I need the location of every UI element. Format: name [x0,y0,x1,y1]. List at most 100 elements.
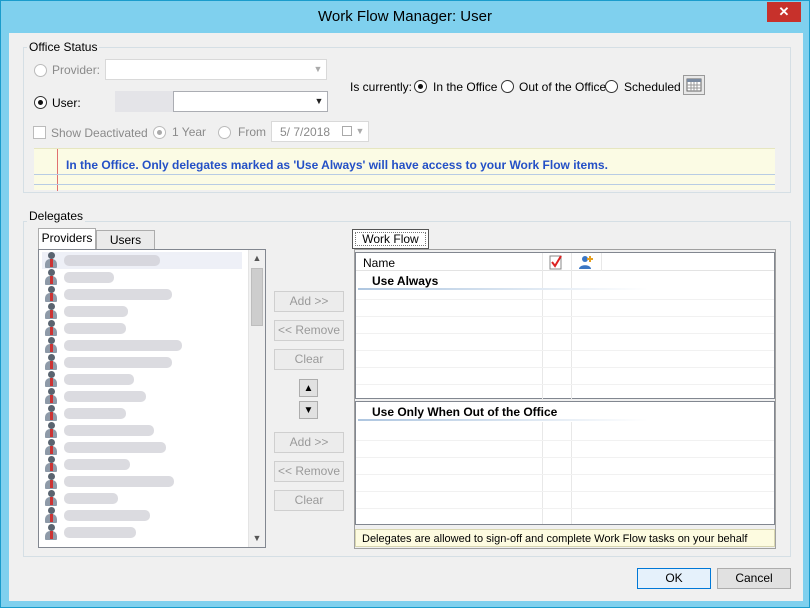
person-icon [44,524,58,540]
one-year-radio[interactable] [153,126,166,139]
user-label: User: [52,96,81,110]
list-item[interactable] [42,354,242,371]
from-label: From [238,125,266,139]
redacted-provider-name [64,391,146,402]
notice-rule-line [34,174,775,175]
providers-list-scrollbar[interactable]: ▲ ▼ [248,250,265,547]
dialog-client-area: Office Status Provider: ▼ User: ▼ Is cur… [9,33,803,601]
person-icon [44,286,58,302]
scheduled-label: Scheduled [624,80,681,94]
redacted-provider-name [64,459,130,470]
list-item[interactable] [42,524,242,541]
scroll-down-icon[interactable]: ▼ [249,530,265,547]
is-currently-label: Is currently: [350,80,413,94]
delegates-label: Delegates [27,209,86,223]
list-item[interactable] [42,439,242,456]
redacted-provider-name [64,289,172,300]
remove-out-of-office-button[interactable]: << Remove [274,461,344,482]
list-item[interactable] [42,303,242,320]
list-item[interactable] [42,473,242,490]
tab-users-label: Users [109,233,142,247]
tab-providers[interactable]: Providers [38,228,96,250]
redacted-provider-name [64,493,118,504]
use-always-title: Use Always [372,274,439,288]
ok-button[interactable]: OK [637,568,711,589]
person-icon [44,456,58,472]
user-name-redacted [115,91,173,112]
scheduled-radio[interactable] [605,80,618,93]
close-button[interactable]: ✕ [767,2,801,22]
person-icon [44,269,58,285]
notice-rule-line [34,184,775,185]
notice-text: In the Office. Only delegates marked as … [66,158,608,172]
list-item[interactable] [42,456,242,473]
provider-radio[interactable] [34,64,47,77]
tab-work-flow[interactable]: Work Flow [352,229,429,249]
use-always-panel[interactable]: Name Use Always [355,252,775,400]
list-item[interactable] [42,320,242,337]
list-item[interactable] [42,507,242,524]
office-status-label: Office Status [27,40,100,54]
list-item[interactable] [42,337,242,354]
person-icon [44,320,58,336]
calendar-button[interactable] [683,75,705,95]
out-of-office-radio[interactable] [501,80,514,93]
out-of-office-label: Out of the Office [519,80,607,94]
list-item[interactable] [42,422,242,439]
person-icon [44,303,58,319]
list-item[interactable] [42,252,242,269]
scroll-thumb[interactable] [251,268,263,326]
from-radio[interactable] [218,126,231,139]
list-item[interactable] [42,371,242,388]
list-item[interactable] [42,490,242,507]
grid-line [356,299,774,300]
tab-work-flow-label: Work Flow [362,232,419,246]
close-icon: ✕ [778,4,790,19]
person-icon [44,252,58,268]
person-icon [44,337,58,353]
redacted-provider-name [64,357,172,368]
clear-always-button[interactable]: Clear [274,349,344,370]
list-item[interactable] [42,269,242,286]
clear-out-of-office-button[interactable]: Clear [274,490,344,511]
add-always-button[interactable]: Add >> [274,291,344,312]
user-radio[interactable] [34,96,47,109]
cancel-button[interactable]: Cancel [717,568,791,589]
in-office-radio[interactable] [414,80,427,93]
redacted-provider-name [64,374,134,385]
show-deactivated-label: Show Deactivated [51,126,148,140]
list-item[interactable] [42,388,242,405]
from-date-picker[interactable]: 5/ 7/2018 ▼ [271,121,369,142]
redacted-provider-name [64,255,160,266]
remove-always-button[interactable]: << Remove [274,320,344,341]
tab-users[interactable]: Users [96,230,155,250]
list-item[interactable] [42,405,242,422]
name-column-header: Name [363,256,396,270]
chevron-down-icon: ▼ [314,96,324,106]
provider-dropdown[interactable]: ▼ [105,59,327,80]
move-down-button[interactable]: ▼ [299,401,318,419]
person-icon [44,473,58,489]
calendar-icon [686,78,702,92]
person-icon [44,507,58,523]
redacted-provider-name [64,340,182,351]
show-deactivated-checkbox[interactable] [33,126,46,139]
list-item[interactable] [42,286,242,303]
from-date-value: 5/ 7/2018 [280,125,331,139]
scroll-up-icon[interactable]: ▲ [249,250,265,267]
person-icon [44,354,58,370]
one-year-label: 1 Year [172,125,207,139]
user-dropdown[interactable]: ▼ [173,91,328,112]
grid-line [356,384,774,385]
add-out-of-office-button[interactable]: Add >> [274,432,344,453]
signoff-check-icon [549,255,562,270]
person-icon [44,422,58,438]
window-title: Work Flow Manager: User [318,8,492,25]
move-up-button[interactable]: ▲ [299,379,318,397]
out-of-office-panel[interactable]: Use Only When Out of the Office [355,401,775,525]
grid-line [356,457,774,458]
arrow-up-icon: ▲ [303,383,314,394]
section-underline [358,419,648,421]
grid-line [356,333,774,334]
providers-list[interactable]: ▲ ▼ [38,249,266,548]
